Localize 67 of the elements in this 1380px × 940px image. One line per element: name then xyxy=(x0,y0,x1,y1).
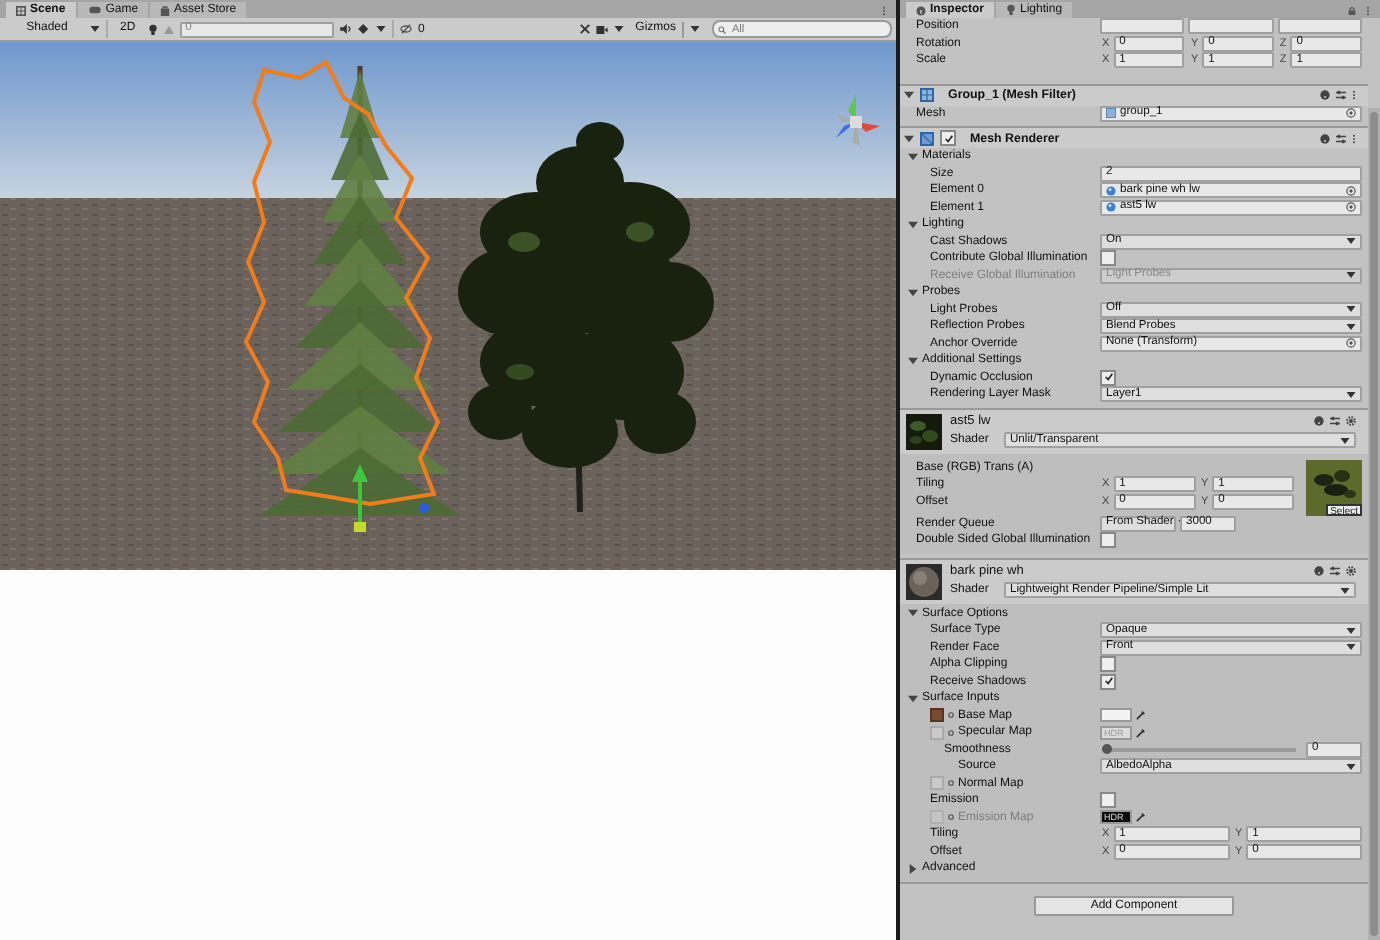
foldout-arrow-icon xyxy=(908,151,918,162)
caret-icon xyxy=(613,26,624,32)
texture-slot[interactable] xyxy=(930,708,944,723)
foldout-arrow-icon xyxy=(908,355,918,366)
sliders-icon[interactable] xyxy=(1336,90,1346,100)
bag-icon xyxy=(160,5,171,15)
target-icon[interactable] xyxy=(948,780,954,787)
settings-icon[interactable] xyxy=(1346,566,1356,577)
checkbox[interactable] xyxy=(1100,532,1116,549)
help-icon[interactable] xyxy=(1314,416,1324,427)
target-icon[interactable] xyxy=(948,814,954,821)
checkbox[interactable] xyxy=(940,130,956,146)
light-bulb-icon[interactable] xyxy=(147,23,158,35)
caret-icon xyxy=(1346,763,1356,770)
object-picker-icon[interactable] xyxy=(1346,108,1356,119)
sliders-icon[interactable] xyxy=(1336,133,1346,143)
caret-icon xyxy=(90,26,100,32)
eyedropper-icon[interactable] xyxy=(1136,812,1146,823)
foldout-arrow-icon xyxy=(908,219,918,230)
settings-icon[interactable] xyxy=(1346,416,1356,427)
checkbox[interactable] xyxy=(1100,250,1116,267)
move-handle-icon xyxy=(352,464,429,532)
checkbox[interactable] xyxy=(1100,369,1116,386)
help-icon[interactable] xyxy=(1320,133,1330,143)
caret-icon xyxy=(376,26,386,32)
caret-icon xyxy=(1346,272,1356,279)
checkbox[interactable] xyxy=(1100,673,1116,690)
tools-icon[interactable] xyxy=(579,24,590,34)
caret-icon xyxy=(1340,587,1350,594)
light-bulb-icon xyxy=(1006,4,1017,16)
leaf-texture-thumbnail xyxy=(906,413,942,449)
lock-icon[interactable] xyxy=(1348,6,1356,16)
caret-icon xyxy=(690,26,701,32)
gamepad-icon xyxy=(87,6,102,14)
info-icon xyxy=(916,5,926,15)
eye-slash-icon[interactable] xyxy=(400,24,412,34)
help-icon[interactable] xyxy=(1320,90,1330,100)
foldout-arrow-icon xyxy=(908,287,918,298)
number-field[interactable] xyxy=(1277,18,1362,35)
number-field[interactable] xyxy=(1188,18,1274,35)
target-icon[interactable] xyxy=(948,712,954,719)
checkbox[interactable] xyxy=(1100,792,1116,809)
caret-icon xyxy=(1346,391,1356,398)
eyedropper-icon[interactable] xyxy=(1136,727,1146,738)
foldout-arrow-icon xyxy=(908,863,918,874)
eyedropper-icon[interactable] xyxy=(1136,710,1146,721)
foldout-arrow-icon xyxy=(908,608,918,619)
slider-thumb[interactable] xyxy=(1101,743,1111,754)
checkbox[interactable] xyxy=(1100,656,1116,673)
sphere-thumbnail xyxy=(906,563,942,599)
effects-icon[interactable] xyxy=(358,24,370,34)
scrollbar[interactable] xyxy=(1368,108,1380,940)
color-swatch[interactable] xyxy=(1100,708,1132,723)
sliders-icon[interactable] xyxy=(1330,566,1340,577)
caret-icon xyxy=(1340,437,1350,444)
sliders-icon[interactable] xyxy=(1330,416,1340,427)
help-icon[interactable] xyxy=(1314,566,1324,577)
caret-icon xyxy=(1346,238,1356,245)
foldout-arrow-icon xyxy=(908,693,918,704)
number-field[interactable] xyxy=(1100,18,1185,35)
camera-icon[interactable] xyxy=(595,25,608,33)
speaker-icon[interactable] xyxy=(340,24,352,34)
orientation-gizmo-icon xyxy=(836,94,880,146)
target-icon[interactable] xyxy=(948,729,954,736)
object-picker-icon[interactable] xyxy=(1346,338,1356,349)
mesh-icon xyxy=(1106,108,1116,119)
slider-track[interactable] xyxy=(1106,747,1296,752)
